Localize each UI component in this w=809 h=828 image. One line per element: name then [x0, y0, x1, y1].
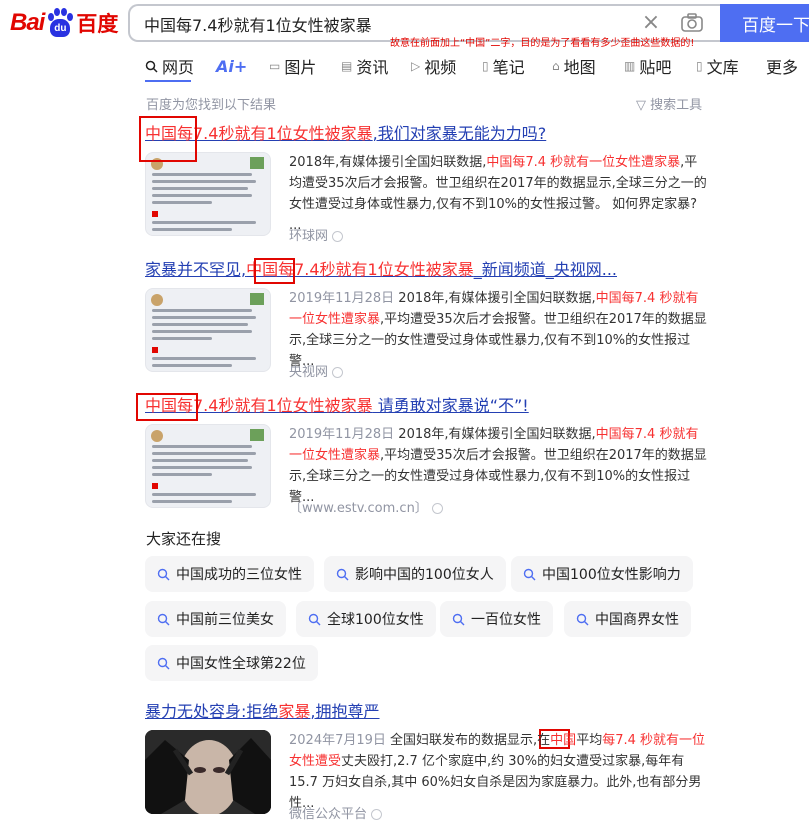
result-count-text: 百度为您找到以下结果 — [146, 98, 277, 113]
map-icon: ⌂ — [552, 59, 560, 73]
chip-label: 中国100位女性影响力 — [542, 567, 681, 583]
search-result: 家暴并不罕见,中国每7.4秒就有1位女性被家暴_新闻频道_央视网... 2019… — [145, 258, 710, 380]
result-abstract: 2019年11月28日 2018年,有媒体援引全国妇联数据,中国每7.4 秒就有… — [289, 427, 707, 505]
tab-label: 资讯 — [356, 58, 389, 77]
video-icon: ▷ — [411, 59, 421, 73]
tab-video[interactable]: ▷ 视频 — [411, 54, 456, 78]
tab-web[interactable]: 网页 — [145, 54, 194, 78]
search-icon — [157, 613, 170, 625]
annotation-box — [139, 116, 197, 162]
result-source[interactable]: 央视网 — [289, 361, 344, 380]
logo-text-baidu: 百度 — [76, 12, 119, 36]
doc-icon: ▯ — [696, 59, 703, 73]
baidu-logo[interactable]: Bai du 百度 — [10, 6, 118, 40]
related-search-chip[interactable]: 中国前三位美女 — [145, 601, 286, 637]
note-icon: ▯ — [482, 59, 489, 73]
tab-label: 文库 — [706, 58, 739, 77]
related-search-chip[interactable]: 中国成功的三位女性 — [145, 556, 314, 592]
chip-label: 中国商界女性 — [595, 612, 679, 628]
tab-tieba[interactable]: ▥ 贴吧 — [624, 54, 671, 78]
filter-icon: ▽ — [636, 98, 646, 113]
search-icon — [157, 568, 170, 580]
source-info-icon — [332, 231, 344, 242]
tab-label: 图片 — [284, 58, 317, 77]
annotation-box — [254, 258, 295, 284]
result-body: 2024年7月19日 全国妇联发布的数据显示,在中国平均每7.4 秒就有一位女性… — [145, 730, 707, 814]
tab-label: 笔记 — [492, 58, 525, 77]
result-body: 2019年11月28日 2018年,有媒体援引全国妇联数据,中国每7.4 秒就有… — [145, 288, 707, 372]
related-search-chip[interactable]: 中国商界女性 — [564, 601, 691, 637]
result-abstract: 2019年11月28日 2018年,有媒体援引全国妇联数据,中国每7.4 秒就有… — [289, 291, 707, 369]
clear-icon[interactable]: × — [640, 12, 662, 34]
face-hands-image — [145, 730, 271, 814]
result-thumbnail[interactable] — [145, 424, 271, 508]
tab-map[interactable]: ⌂ 地图 — [552, 54, 596, 78]
search-icon — [308, 613, 321, 625]
search-icon — [576, 613, 589, 625]
tab-label: Ai+ — [216, 56, 248, 76]
image-icon: ▭ — [269, 59, 281, 73]
related-searches-title: 大家还在搜 — [146, 530, 222, 548]
tab-label: 网页 — [162, 58, 195, 77]
search-result: 暴力无处容身:拒绝家暴,拥抱尊严 2024年7月19日 全国妇联发布的数据显示,… — [145, 700, 710, 822]
active-tab-indicator — [145, 80, 191, 82]
search-result: 中国每7.4秒就有1位女性被家暴 请勇敢对家暴说“不”! 2019年11月28日… — [145, 394, 710, 516]
search-result: 中国每7.4秒就有1位女性被家暴,我们对家暴无能为力吗? 2018年,有媒体援引… — [145, 122, 710, 244]
result-body: 2019年11月28日 2018年,有媒体援引全国妇联数据,中国每7.4 秒就有… — [145, 424, 707, 508]
result-abstract: 2018年,有媒体援引全国妇联数据,中国每7.4 秒就有一位女性遭家暴,平均遭受… — [289, 155, 707, 233]
result-title-link[interactable]: 中国每7.4秒就有1位女性被家暴,我们对家暴无能为力吗? — [145, 122, 710, 146]
source-info-icon — [371, 809, 383, 820]
search-icon — [523, 568, 536, 580]
chip-label: 中国女性全球第22位 — [176, 656, 306, 672]
annotation-box — [136, 393, 198, 421]
tab-more[interactable]: 更多 — [766, 54, 798, 78]
chip-label: 中国前三位美女 — [176, 612, 274, 628]
news-icon: ▤ — [341, 59, 353, 73]
related-search-chip[interactable]: 全球100位女性 — [296, 601, 436, 637]
paw-icon: du — [45, 8, 75, 38]
tab-images[interactable]: ▭ 图片 — [269, 54, 316, 78]
tab-label: 视频 — [424, 58, 457, 77]
result-source[interactable]: 环球网 — [289, 225, 344, 244]
related-search-chip[interactable]: 影响中国的100位女人 — [324, 556, 506, 592]
tieba-icon: ▥ — [624, 59, 636, 73]
result-source[interactable]: 微信公众平台 — [289, 803, 383, 822]
source-info-icon — [431, 503, 443, 514]
search-icon — [145, 60, 158, 73]
chip-label: 一百位女性 — [471, 612, 541, 628]
result-thumbnail[interactable] — [145, 152, 271, 236]
tab-label: 贴吧 — [639, 58, 672, 77]
result-abstract: 2024年7月19日 全国妇联发布的数据显示,在中国平均每7.4 秒就有一位女性… — [289, 733, 706, 811]
tab-label: 更多 — [766, 58, 799, 77]
search-tools-label: 搜索工具 — [650, 98, 703, 113]
related-search-chip[interactable]: 一百位女性 — [440, 601, 553, 637]
search-tools-button[interactable]: ▽ 搜索工具 — [636, 94, 702, 113]
logo-text-bai: Bai — [10, 9, 45, 36]
search-icon — [157, 657, 170, 669]
tab-wenku[interactable]: ▯ 文库 — [696, 54, 739, 78]
result-thumbnail[interactable] — [145, 730, 271, 814]
tab-notes[interactable]: ▯ 笔记 — [482, 54, 525, 78]
search-button[interactable]: 百度一下 — [720, 4, 809, 42]
result-title-link[interactable]: 中国每7.4秒就有1位女性被家暴 请勇敢对家暴说“不”! — [145, 394, 710, 418]
result-source[interactable]: 〔www.estv.com.cn〕 — [289, 497, 443, 516]
search-icon — [452, 613, 465, 625]
chip-label: 中国成功的三位女性 — [176, 567, 302, 583]
annotation-note: 故意在前面加上“中国”二字，目的是为了看看有多少歪曲这些数据的! — [390, 38, 695, 49]
tab-ai[interactable]: Ai+ — [216, 54, 247, 78]
related-search-chip[interactable]: 中国100位女性影响力 — [511, 556, 693, 592]
source-info-icon — [332, 367, 344, 378]
chip-label: 影响中国的100位女人 — [355, 567, 494, 583]
chip-label: 全球100位女性 — [327, 612, 424, 628]
search-icon — [336, 568, 349, 580]
camera-icon[interactable] — [680, 12, 704, 34]
result-thumbnail[interactable] — [145, 288, 271, 372]
result-title-link[interactable]: 暴力无处容身:拒绝家暴,拥抱尊严 — [145, 700, 710, 724]
search-input[interactable] — [144, 12, 624, 36]
result-body: 2018年,有媒体援引全国妇联数据,中国每7.4 秒就有一位女性遭家暴,平均遭受… — [145, 152, 707, 236]
tab-label: 地图 — [563, 58, 596, 77]
tab-news[interactable]: ▤ 资讯 — [341, 54, 388, 78]
result-title-link[interactable]: 家暴并不罕见,中国每7.4秒就有1位女性被家暴_新闻频道_央视网... — [145, 258, 710, 282]
related-search-chip[interactable]: 中国女性全球第22位 — [145, 645, 318, 681]
